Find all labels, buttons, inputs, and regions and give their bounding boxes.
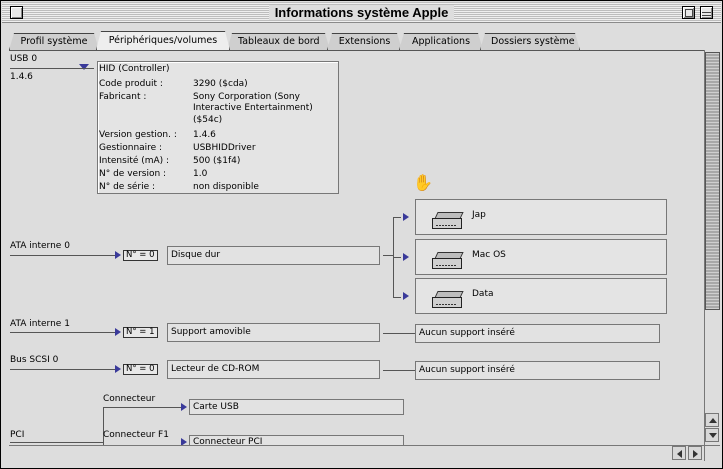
hard-disk-icon	[432, 212, 466, 230]
hard-disk-icon	[432, 291, 466, 309]
disclosure-triangle-icon[interactable]	[181, 403, 187, 411]
volume-jap[interactable]: Jap	[415, 199, 667, 235]
volume-mac-os[interactable]: Mac OS	[415, 239, 667, 275]
hand-cursor-icon: ✋	[413, 173, 433, 192]
detail-value: ($54c)	[193, 115, 223, 125]
collapse-box[interactable]	[700, 6, 713, 19]
scroll-down-button[interactable]	[705, 428, 719, 442]
arrow-left-icon	[677, 450, 682, 458]
ata1-bus-label: ATA interne 1	[10, 319, 70, 329]
usb-bus-label: USB 0	[10, 54, 38, 64]
vertical-scrollbar[interactable]	[704, 50, 720, 445]
volume-name: Mac OS	[472, 250, 506, 260]
pci-connector-label: Connecteur F1	[103, 430, 169, 440]
zoom-box[interactable]	[682, 6, 695, 19]
detail-key: N° de série :	[99, 182, 156, 192]
device-field[interactable]: Disque dur	[167, 246, 380, 265]
detail-value: Interactive Entertainment)	[193, 103, 313, 113]
pci-bus-label: PCI	[10, 430, 25, 440]
disclosure-triangle-icon[interactable]	[403, 253, 409, 261]
detail-value: 3290 ($cda)	[193, 79, 248, 89]
tab-profil-systeme[interactable]: Profil système	[9, 33, 99, 50]
detail-value: USBHIDDriver	[193, 143, 256, 153]
media-status: Aucun support inséré	[415, 361, 660, 380]
usb-device-details: HID (Controller) Code produit : 3290 ($c…	[97, 61, 339, 194]
device-number: N° = 0	[123, 250, 158, 261]
disclosure-triangle-icon[interactable]	[403, 213, 409, 221]
scroll-right-button[interactable]	[688, 446, 702, 460]
disclosure-triangle-icon[interactable]	[115, 251, 121, 259]
device-field[interactable]: Lecteur de CD-ROM	[167, 360, 380, 379]
volume-data[interactable]: Data	[415, 278, 667, 314]
pci-connector-label: Connecteur	[103, 394, 156, 404]
title-bar[interactable]: Informations système Apple	[2, 2, 721, 23]
horizontal-scrollbar[interactable]	[9, 445, 704, 461]
disclosure-triangle-icon[interactable]	[403, 292, 409, 300]
ata0-bus-label: ATA interne 0	[10, 241, 70, 251]
scroll-thumb[interactable]	[705, 52, 720, 310]
tab-tableaux-de-bord[interactable]: Tableaux de bord	[227, 33, 330, 50]
pci-card-field[interactable]: Carte USB	[189, 399, 404, 415]
tab-bar: Profil système Périphériques/volumes Tab…	[9, 31, 709, 49]
scroll-left-button[interactable]	[672, 446, 686, 460]
device-title: HID (Controller)	[99, 64, 170, 74]
device-number: N° = 0	[123, 364, 158, 375]
detail-key: Version gestion. :	[99, 130, 177, 140]
tab-peripheriques-volumes[interactable]: Périphériques/volumes	[96, 31, 230, 50]
detail-value: Sony Corporation (Sony	[193, 92, 300, 102]
detail-key: N° de version :	[99, 169, 167, 179]
tab-applications[interactable]: Applications	[399, 33, 483, 50]
detail-key: Gestionnaire :	[99, 143, 163, 153]
detail-value: 1.4.6	[193, 130, 216, 140]
disclosure-triangle-icon[interactable]	[115, 365, 121, 373]
hard-disk-icon	[432, 252, 466, 270]
usb-version: 1.4.6	[10, 72, 33, 82]
scsi-bus-label: Bus SCSI 0	[10, 355, 59, 365]
arrow-right-icon	[693, 450, 698, 458]
window-title: Informations système Apple	[268, 5, 455, 20]
detail-value: 1.0	[193, 169, 208, 179]
detail-value: non disponible	[193, 182, 259, 192]
media-status: Aucun support inséré	[415, 324, 660, 343]
disclosure-triangle-icon[interactable]	[115, 328, 121, 336]
detail-key: Fabricant :	[99, 92, 147, 102]
device-number: N° = 1	[123, 327, 158, 338]
device-field[interactable]: Support amovible	[167, 323, 380, 342]
tab-extensions[interactable]: Extensions	[327, 33, 402, 50]
arrow-down-icon	[709, 433, 717, 438]
app-window: Informations système Apple Profil systèm…	[0, 0, 723, 469]
disclosure-triangle-icon[interactable]	[79, 64, 89, 70]
detail-key: Code produit :	[99, 79, 163, 89]
device-tree-panel: USB 0 1.4.6 HID (Controller) Code produi…	[9, 50, 704, 445]
arrow-up-icon	[709, 418, 717, 423]
scroll-up-button[interactable]	[705, 413, 719, 427]
disclosure-triangle-icon[interactable]	[181, 438, 187, 445]
volume-name: Jap	[472, 210, 486, 220]
pci-card-field[interactable]: Connecteur PCI	[189, 435, 404, 445]
tab-dossiers-systeme[interactable]: Dossiers système	[480, 33, 580, 50]
detail-value: 500 ($1f4)	[193, 156, 241, 166]
resize-grow-box[interactable]	[704, 445, 720, 461]
volume-name: Data	[472, 289, 494, 299]
detail-key: Intensité (mA) :	[99, 156, 170, 166]
